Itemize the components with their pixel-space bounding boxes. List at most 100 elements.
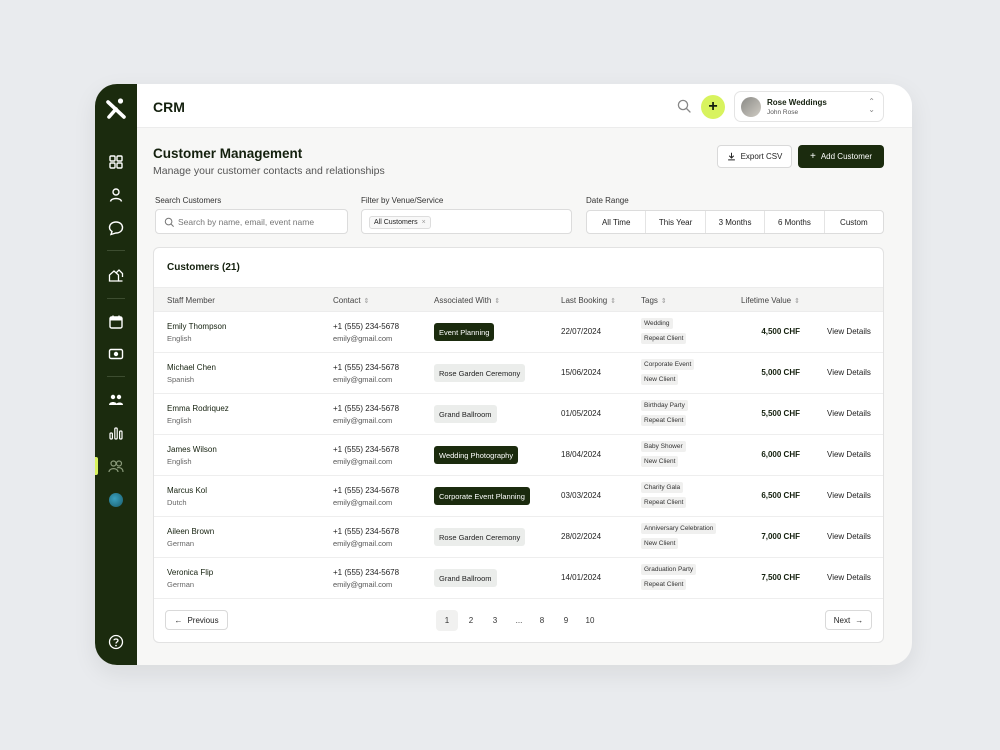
associated-badge: Corporate Event Planning xyxy=(434,487,530,505)
user-subtitle: John Rose xyxy=(767,109,799,116)
table-row: Michael Chen Spanish +1 (555) 234-5678 e… xyxy=(154,353,883,394)
arrow-left-icon: ← xyxy=(174,615,183,625)
lifetime-value: 5,500 CHF xyxy=(761,409,800,418)
view-details-link[interactable]: View Details xyxy=(827,532,871,541)
date-option-all-time[interactable]: All Time xyxy=(587,211,645,233)
lifetime-value: 4,500 CHF xyxy=(761,327,800,336)
sort-icon: ⇕ xyxy=(794,298,800,305)
header-associated-with[interactable]: Associated With ⇕ xyxy=(434,296,500,305)
date-range-label: Date Range xyxy=(586,196,629,205)
customer-language: Spanish xyxy=(167,375,195,384)
header-last-booking[interactable]: Last Booking ⇕ xyxy=(561,296,616,305)
date-option-this-year[interactable]: This Year xyxy=(645,211,704,233)
globe-icon[interactable] xyxy=(109,493,123,507)
previous-label: Previous xyxy=(187,615,219,625)
logo-icon[interactable] xyxy=(104,96,128,120)
search-label: Search Customers xyxy=(155,196,222,205)
venue-chip[interactable]: All Customers × xyxy=(369,216,431,229)
arrow-right-icon: → xyxy=(855,615,864,625)
page-number[interactable]: 1 xyxy=(436,610,458,631)
date-option-6-months[interactable]: 6 Months xyxy=(764,211,823,233)
remove-chip-icon[interactable]: × xyxy=(422,219,426,226)
customer-language: English xyxy=(167,416,192,425)
add-customer-button[interactable]: + Add Customer xyxy=(798,145,884,168)
page-number[interactable]: 8 xyxy=(531,610,553,631)
team-icon[interactable] xyxy=(106,390,126,410)
search-input[interactable] xyxy=(178,213,343,231)
date-option-custom[interactable]: Custom xyxy=(823,211,883,233)
previous-button[interactable]: ← Previous xyxy=(165,610,228,630)
last-booking-date: 03/03/2024 xyxy=(561,491,602,500)
next-button[interactable]: Next → xyxy=(825,610,872,630)
tag-badge: Charity Gala xyxy=(641,482,684,493)
page-number[interactable]: 9 xyxy=(555,610,577,631)
customers-card: Customers (21) Staff Member Contact ⇕ Ass… xyxy=(153,247,884,643)
calendar-icon[interactable] xyxy=(106,312,126,332)
date-range-segmented: All Time This Year 3 Months 6 Months Cus… xyxy=(586,210,884,234)
tag-badge: Baby Shower xyxy=(641,441,686,452)
customer-language: Dutch xyxy=(167,498,187,507)
customer-name: Michael Chen xyxy=(167,363,216,372)
venue-icon[interactable] xyxy=(106,265,126,285)
page-number[interactable]: 3 xyxy=(484,610,506,631)
associated-badge: Rose Garden Ceremony xyxy=(434,528,526,546)
customer-email: emily@gmail.com xyxy=(333,457,393,466)
table-title: Customers (21) xyxy=(167,262,240,273)
plus-icon: + xyxy=(708,98,718,115)
date-option-3-months[interactable]: 3 Months xyxy=(704,211,764,233)
customer-phone: +1 (555) 234-5678 xyxy=(333,404,400,413)
pagination: ← Previous 1 2 3 ... 8 9 10 Next → xyxy=(154,599,883,642)
table-row: Emma Rodriquez English +1 (555) 234-5678… xyxy=(154,394,883,435)
view-details-link[interactable]: View Details xyxy=(827,491,871,500)
page-ellipsis: ... xyxy=(515,616,523,625)
header-tags[interactable]: Tags ⇕ xyxy=(641,296,667,305)
user-switcher[interactable]: Rose Weddings John Rose ⌃ ⌄ xyxy=(734,91,884,122)
chevron-up-down-icon: ⌃ ⌄ xyxy=(868,97,875,114)
add-customer-label: Add Customer xyxy=(820,152,872,161)
user-icon[interactable] xyxy=(106,185,126,205)
tag-badge: Corporate Event xyxy=(641,359,695,370)
analytics-icon[interactable] xyxy=(106,423,126,443)
sidebar-divider xyxy=(107,376,125,377)
customer-phone: +1 (555) 234-5678 xyxy=(333,486,400,495)
payments-icon[interactable] xyxy=(106,344,126,364)
customer-phone: +1 (555) 234-5678 xyxy=(333,568,400,577)
table-row: Emily Thompson English +1 (555) 234-5678… xyxy=(154,312,883,353)
export-csv-button[interactable]: Export CSV xyxy=(717,145,792,168)
search-field[interactable] xyxy=(155,209,348,234)
help-icon[interactable] xyxy=(108,634,124,650)
tag-badge: Graduation Party xyxy=(641,564,697,575)
customer-name: Emma Rodriquez xyxy=(167,404,229,413)
search-icon[interactable] xyxy=(676,98,692,114)
tag-badge: Repeat Client xyxy=(641,415,687,426)
view-details-link[interactable]: View Details xyxy=(827,327,871,336)
associated-badge: Event Planning xyxy=(434,323,495,341)
customer-name: Emily Thompson xyxy=(167,322,227,331)
last-booking-date: 28/02/2024 xyxy=(561,532,602,541)
quick-add-button[interactable]: + xyxy=(701,95,725,119)
view-details-link[interactable]: View Details xyxy=(827,450,871,459)
customer-email: emily@gmail.com xyxy=(333,416,393,425)
tag-badge: Anniversary Celebration xyxy=(641,523,717,534)
table-row: Veronica Flip German +1 (555) 234-5678 e… xyxy=(154,558,883,599)
avatar xyxy=(741,97,761,117)
page-number[interactable]: 2 xyxy=(460,610,482,631)
header-contact[interactable]: Contact ⇕ xyxy=(333,296,369,305)
page-number[interactable]: 10 xyxy=(579,610,601,631)
view-details-link[interactable]: View Details xyxy=(827,409,871,418)
view-details-link[interactable]: View Details xyxy=(827,573,871,582)
customer-phone: +1 (555) 234-5678 xyxy=(333,363,400,372)
venue-filter-label: Filter by Venue/Service xyxy=(361,196,444,205)
tag-badge: New Client xyxy=(641,374,679,385)
header-lifetime-value[interactable]: Lifetime Value ⇕ xyxy=(741,296,800,305)
customer-language: English xyxy=(167,334,192,343)
customer-email: emily@gmail.com xyxy=(333,498,393,507)
chat-icon[interactable] xyxy=(106,218,126,238)
customers-icon[interactable] xyxy=(106,456,126,476)
customer-name: Veronica Flip xyxy=(167,568,214,577)
page-title: Customer Management xyxy=(153,146,303,161)
venue-filter-field[interactable]: All Customers × xyxy=(361,209,572,234)
view-details-link[interactable]: View Details xyxy=(827,368,871,377)
dashboard-icon[interactable] xyxy=(106,152,126,172)
customer-email: emily@gmail.com xyxy=(333,375,393,384)
